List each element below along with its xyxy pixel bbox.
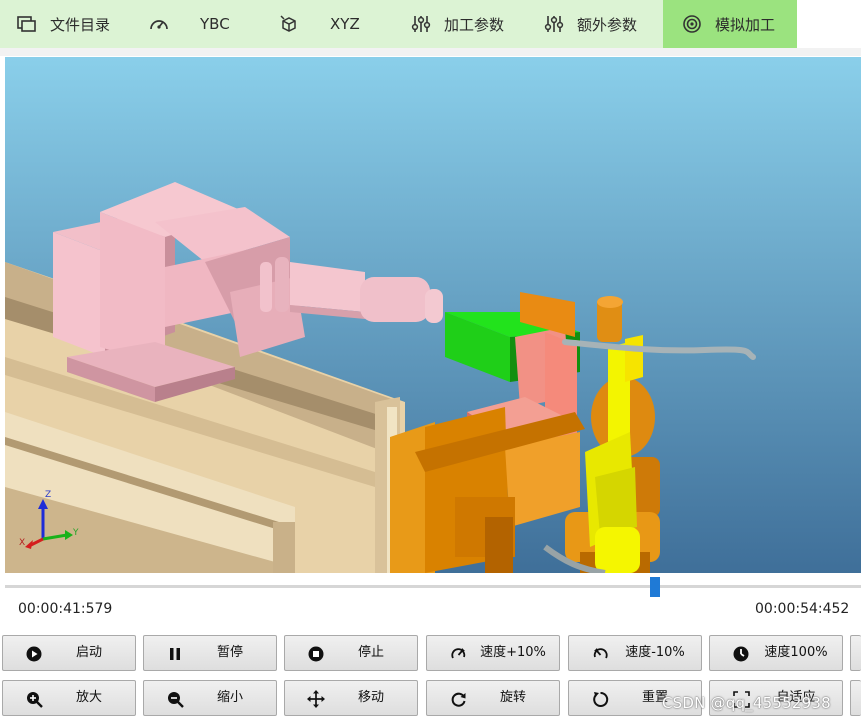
button-label: 速度100% xyxy=(764,645,828,660)
simulation-3d-viewport[interactable]: Z Y X xyxy=(5,57,861,573)
zoom-in-button[interactable]: 放大 xyxy=(2,680,136,716)
tab-xyz[interactable]: XYZ xyxy=(266,0,396,48)
tab-label: YBC xyxy=(200,15,230,33)
tab-label: 模拟加工 xyxy=(715,15,776,34)
button-label: 移动 xyxy=(357,690,384,705)
timeline-thumb[interactable] xyxy=(650,577,660,597)
file-directory-icon xyxy=(16,13,38,35)
gauge-icon xyxy=(148,13,170,35)
stop-icon xyxy=(307,645,325,663)
move-icon xyxy=(307,690,325,708)
button-label: 速度-10% xyxy=(625,645,685,660)
button-label: 缩小 xyxy=(216,690,243,705)
button-label: 暂停 xyxy=(216,645,243,660)
button-label: 启动 xyxy=(75,645,102,660)
button-label: 旋转 xyxy=(499,690,526,705)
reset-icon xyxy=(591,690,609,708)
sliders-icon xyxy=(410,13,432,35)
start-button[interactable]: 启动 xyxy=(2,635,136,671)
move-button[interactable]: 移动 xyxy=(284,680,418,716)
overflow-button[interactable] xyxy=(850,635,861,671)
target-icon xyxy=(681,13,703,35)
rotate-icon xyxy=(449,690,467,708)
zoom-in-icon xyxy=(25,690,43,708)
speed-reset-icon xyxy=(732,645,750,663)
timeline-track[interactable] xyxy=(5,585,861,588)
axis-label-x: X xyxy=(19,538,25,548)
overflow-button[interactable] xyxy=(850,680,861,716)
tab-ybc[interactable]: YBC xyxy=(136,0,266,48)
rotate-button[interactable]: 旋转 xyxy=(426,680,560,716)
speed-down-button[interactable]: 速度-10% xyxy=(568,635,702,671)
speed-reset-button[interactable]: 速度100% xyxy=(709,635,843,671)
axis-label-y: Y xyxy=(72,528,79,538)
current-time-label: 00:00:41:579 xyxy=(18,601,113,617)
tab-label: 文件目录 xyxy=(50,15,111,34)
tab-label: XYZ xyxy=(330,15,360,33)
pause-button[interactable]: 暂停 xyxy=(143,635,277,671)
tab-file-directory[interactable]: 文件目录 xyxy=(0,0,136,48)
button-label: 放大 xyxy=(75,690,102,705)
tab-label: 加工参数 xyxy=(444,15,505,34)
cube-axes-icon xyxy=(278,13,300,35)
speed-up-button[interactable]: 速度+10% xyxy=(426,635,560,671)
pause-icon xyxy=(166,645,184,663)
toolbar-divider xyxy=(0,48,861,56)
speed-up-icon xyxy=(449,645,467,663)
playback-timeline-slider[interactable] xyxy=(5,577,861,597)
sliders-icon xyxy=(543,13,565,35)
tab-simulate-machining[interactable]: 模拟加工 xyxy=(663,0,797,48)
watermark: CSDN @qq_45552938 xyxy=(662,694,831,712)
top-toolbar: 文件目录 YBC XYZ 加工参数 额外参数 模拟加工 xyxy=(0,0,861,48)
speed-down-icon xyxy=(591,645,609,663)
tab-strip: 文件目录 YBC XYZ 加工参数 额外参数 模拟加工 xyxy=(0,0,797,48)
tab-extra-params[interactable]: 额外参数 xyxy=(529,0,663,48)
button-label: 速度+10% xyxy=(480,645,546,660)
button-label: 停止 xyxy=(357,645,384,660)
total-time-label: 00:00:54:452 xyxy=(755,601,850,617)
stop-button[interactable]: 停止 xyxy=(284,635,418,671)
tab-machining-params[interactable]: 加工参数 xyxy=(396,0,529,48)
zoom-out-button[interactable]: 缩小 xyxy=(143,680,277,716)
tab-label: 额外参数 xyxy=(577,15,638,34)
zoom-out-icon xyxy=(166,690,184,708)
axis-label-z: Z xyxy=(45,490,51,500)
play-icon xyxy=(25,645,43,663)
